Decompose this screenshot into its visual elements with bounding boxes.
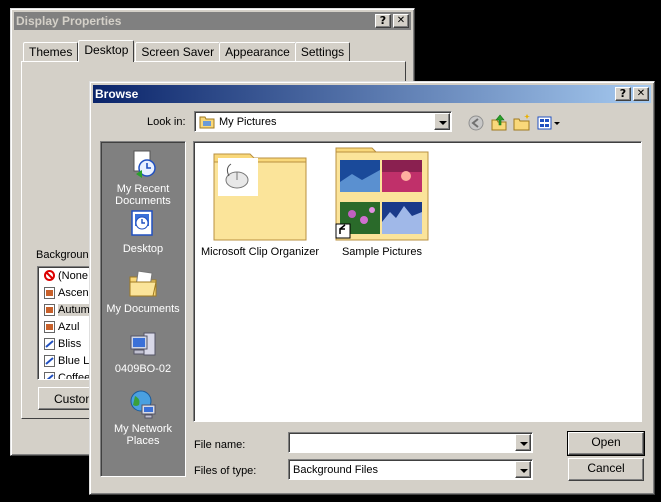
file-item-microsoft-clip-organizer[interactable]: Microsoft Clip Organizer xyxy=(198,146,322,258)
look-in-value: My Pictures xyxy=(219,115,277,128)
display-properties-title: Display Properties xyxy=(16,14,122,28)
image-file-icon xyxy=(44,320,55,333)
file-name-input[interactable] xyxy=(288,432,533,453)
folder-mouse-icon xyxy=(212,146,308,242)
background-item-label: Ascen xyxy=(58,286,89,299)
tab-appearance[interactable]: Appearance xyxy=(219,42,296,62)
browse-dialog: Browse ? ✕ Look in: My Pictures My Recen… xyxy=(89,81,655,495)
up-one-level-icon[interactable] xyxy=(489,113,509,133)
browse-titlebar[interactable]: Browse ? ✕ xyxy=(93,85,651,103)
folder-pictures-shortcut-icon xyxy=(334,146,430,242)
file-item-sample-pictures[interactable]: Sample Pictures xyxy=(320,146,444,258)
places-my-documents-label: My Documents xyxy=(106,303,180,315)
background-item-label: Azul xyxy=(58,320,80,333)
cancel-button[interactable]: Cancel xyxy=(568,458,644,481)
tab-themes[interactable]: Themes xyxy=(23,42,79,62)
background-item-label: (None xyxy=(58,269,88,282)
files-of-type-select[interactable]: Background Files xyxy=(288,459,533,480)
bitmap-file-icon xyxy=(44,337,55,350)
file-item-label: Microsoft Clip Organizer xyxy=(201,246,319,258)
views-menu-icon[interactable] xyxy=(536,113,562,133)
bitmap-file-icon xyxy=(44,371,55,379)
places-my-computer[interactable]: 0409BO-02 xyxy=(101,328,185,375)
places-my-computer-label: 0409BO-02 xyxy=(114,363,172,375)
browse-title: Browse xyxy=(95,87,139,101)
back-icon[interactable] xyxy=(466,113,486,133)
look-in-combo[interactable]: My Pictures xyxy=(194,111,452,132)
recent-documents-icon xyxy=(127,148,159,180)
file-name-label: File name: xyxy=(194,439,246,451)
open-button[interactable]: Open xyxy=(567,431,645,456)
places-bar: My Recent Documents Desktop My Documents… xyxy=(100,141,186,477)
display-properties-tabs: Themes Desktop Screen Saver Appearance S… xyxy=(23,40,351,62)
background-item-label: Coffee xyxy=(58,371,91,380)
places-recent-documents-label: My Recent Documents xyxy=(115,183,171,207)
network-places-icon xyxy=(127,388,159,420)
display-properties-titlebar[interactable]: Display Properties ? ✕ xyxy=(14,12,411,30)
look-in-label: Look in: xyxy=(147,116,186,128)
background-item-label: Blue L xyxy=(58,354,90,367)
places-desktop-label: Desktop xyxy=(122,243,164,255)
file-name-dropdown-arrow[interactable] xyxy=(515,434,531,451)
desktop-icon xyxy=(127,208,159,240)
bitmap-file-icon xyxy=(44,354,55,367)
tab-settings[interactable]: Settings xyxy=(294,42,351,62)
places-desktop[interactable]: Desktop xyxy=(101,208,185,255)
tab-desktop[interactable]: Desktop xyxy=(78,40,135,62)
image-file-icon xyxy=(44,303,55,316)
new-folder-icon[interactable] xyxy=(512,113,532,133)
places-my-documents[interactable]: My Documents xyxy=(101,268,185,315)
background-item-label: Autum xyxy=(58,303,90,316)
none-icon xyxy=(44,269,55,282)
file-list[interactable]: Microsoft Clip Organizer Sample Pictures xyxy=(193,141,642,422)
places-network-places-label: My Network Places xyxy=(113,423,173,447)
background-label: Backgroun xyxy=(36,249,89,261)
tab-screen-saver[interactable]: Screen Saver xyxy=(135,42,221,62)
image-file-icon xyxy=(44,286,55,299)
display-properties-close-button[interactable]: ✕ xyxy=(393,14,409,28)
display-properties-help-button[interactable]: ? xyxy=(375,14,391,28)
places-recent-documents[interactable]: My Recent Documents xyxy=(101,148,185,207)
my-computer-icon xyxy=(127,328,159,360)
files-of-type-label: Files of type: xyxy=(194,465,257,477)
browse-help-button[interactable]: ? xyxy=(615,87,631,101)
background-item-label: Bliss xyxy=(58,337,82,350)
files-of-type-value: Background Files xyxy=(293,463,378,476)
files-of-type-dropdown-arrow[interactable] xyxy=(515,461,531,478)
my-pictures-folder-icon xyxy=(199,114,215,130)
file-item-label: Sample Pictures xyxy=(341,246,423,258)
look-in-dropdown-arrow[interactable] xyxy=(434,113,450,130)
places-network-places[interactable]: My Network Places xyxy=(101,388,185,447)
my-documents-icon xyxy=(127,268,159,300)
browse-close-button[interactable]: ✕ xyxy=(633,87,649,101)
